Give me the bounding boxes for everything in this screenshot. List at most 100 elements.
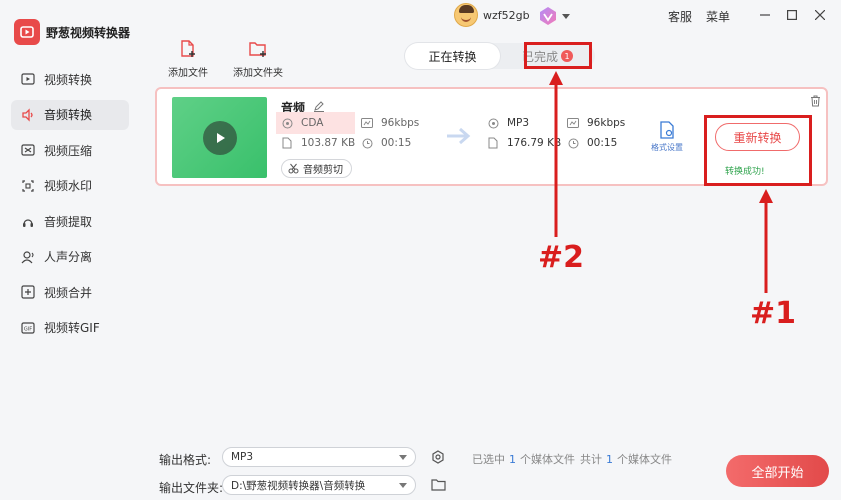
sidebar-item-video-convert[interactable]: 视频转换 [11,64,129,94]
svg-text:GIF: GIF [24,326,32,332]
sidebar-item-label: 视频压缩 [44,143,93,158]
play-icon [202,120,237,155]
username: wzf52gb [483,8,530,22]
sidebar-item-watermark[interactable]: 视频水印 [11,171,129,201]
watermark-icon [20,178,36,194]
target-duration-value: 00:15 [587,137,618,149]
total-count-value: 1 [606,453,613,466]
sidebar: 野葱视频转换器 视频转换 音频转换 视频压缩 视频水印 音频提取 人声分离 视频… [0,0,140,500]
convert-arrow-icon [445,127,471,148]
app-name: 野葱视频转换器 [46,25,131,40]
video-convert-icon [20,71,36,87]
add-file-button[interactable]: 添加文件 [168,40,208,79]
menu-link[interactable]: 菜单 [706,8,730,25]
annotation-label-1: #1 [750,296,797,331]
sidebar-item-gif[interactable]: GIF 视频转GIF [11,313,129,343]
audio-cut-label: 音频剪切 [303,165,343,176]
start-all-button[interactable]: 全部开始 [726,455,829,487]
logo-play-icon [14,19,40,45]
source-format: CDA [281,117,323,129]
format-settings-icon [660,121,674,139]
scissors-icon [288,163,299,174]
video-compress-icon [20,142,36,158]
target-duration: 00:15 [567,137,617,149]
add-file-label: 添加文件 [168,68,208,79]
sidebar-item-label: 视频合并 [44,285,93,300]
trash-icon[interactable] [810,95,821,110]
sidebar-item-label: 视频转换 [44,72,93,87]
file-size-icon [487,137,499,149]
tab-converting-label: 正在转换 [428,49,477,64]
source-bitrate: 96kbps [361,117,419,129]
app-logo: 野葱视频转换器 [14,19,130,45]
maximize-icon[interactable] [783,6,801,24]
bitrate-icon [567,117,579,129]
source-size: 103.87 KB [281,137,355,149]
bitrate-icon [361,117,373,129]
source-format-value: CDA [301,117,324,129]
tab-converting[interactable]: 正在转换 [405,43,500,69]
settings-gear-icon[interactable] [431,450,445,467]
output-folder-value: D:\野葱视频转换器\音频转换 [231,479,366,492]
vip-menu[interactable] [538,6,570,26]
conversion-status: 转换成功! [725,167,765,177]
file-size-icon [281,137,293,149]
user-account[interactable]: wzf52gb [454,3,530,27]
close-icon[interactable] [811,6,829,24]
output-format-select[interactable]: MP3 [222,447,416,467]
sidebar-item-label: 视频水印 [44,179,93,193]
annotation-label-2: #2 [538,240,585,275]
source-bitrate-value: 96kbps [381,117,420,129]
sidebar-item-audio-extract[interactable]: 音频提取 [11,206,129,236]
format-icon [487,117,499,129]
sidebar-item-label: 音频提取 [44,214,93,229]
minimize-icon[interactable] [756,6,774,24]
sidebar-item-label: 人声分离 [44,250,93,264]
sidebar-item-vocal-separate[interactable]: 人声分离 [11,242,129,272]
audio-convert-icon [20,107,36,123]
vocal-separate-icon [20,249,36,265]
output-format-label: 输出格式: [159,453,212,467]
target-format: MP3 [487,117,529,129]
target-format-value: MP3 [507,117,530,129]
target-bitrate: 96kbps [567,117,625,129]
annotation-arrow-1 [759,189,773,293]
selected-suffix: 个媒体文件 [520,453,575,466]
output-format-value: MP3 [231,451,254,463]
audio-cut-button[interactable]: 音频剪切 [281,159,352,178]
chevron-down-icon [399,455,407,460]
reconvert-button[interactable]: 重新转换 [715,123,800,151]
output-folder-select[interactable]: D:\野葱视频转换器\音频转换 [222,475,416,495]
video-merge-icon [20,284,36,300]
add-file-icon [181,40,195,57]
vip-badge-icon [540,7,556,25]
gif-icon: GIF [20,320,36,336]
target-bitrate-value: 96kbps [587,117,626,129]
add-folder-button[interactable]: 添加文件夹 [233,40,283,79]
sidebar-item-video-compress[interactable]: 视频压缩 [11,135,129,165]
add-folder-label: 添加文件夹 [233,68,283,79]
source-duration: 00:15 [361,137,411,149]
total-prefix: 共计 [580,453,602,466]
sidebar-item-label: 视频转GIF [44,321,100,335]
chevron-down-icon [562,13,570,19]
file-card: 音频 CDA 103.87 KB 96kbps 00:15 音频剪切 MP3 1… [155,87,828,186]
selected-prefix: 已选中 [472,453,505,466]
open-folder-icon[interactable] [431,478,446,494]
customer-service-link[interactable]: 客服 [668,8,692,25]
audio-extract-icon [20,213,36,229]
clock-icon [567,137,579,149]
format-settings-button[interactable]: 格式设置 [651,121,683,153]
total-count: 共计 1 个媒体文件 [580,451,672,467]
selected-count-value: 1 [509,453,516,466]
title-bar: wzf52gb 客服 菜单 [140,0,841,32]
file-thumbnail[interactable] [172,97,267,178]
source-duration-value: 00:15 [381,137,412,149]
reconvert-label: 重新转换 [733,130,782,145]
sidebar-item-audio-convert[interactable]: 音频转换 [11,99,129,130]
sidebar-nav: 视频转换 音频转换 视频压缩 视频水印 音频提取 人声分离 视频合并 GIF 视 [11,64,129,348]
add-folder-icon [249,42,266,57]
chevron-down-icon [399,483,407,488]
sidebar-item-video-merge[interactable]: 视频合并 [11,277,129,307]
annotation-arrow-2 [549,71,563,237]
